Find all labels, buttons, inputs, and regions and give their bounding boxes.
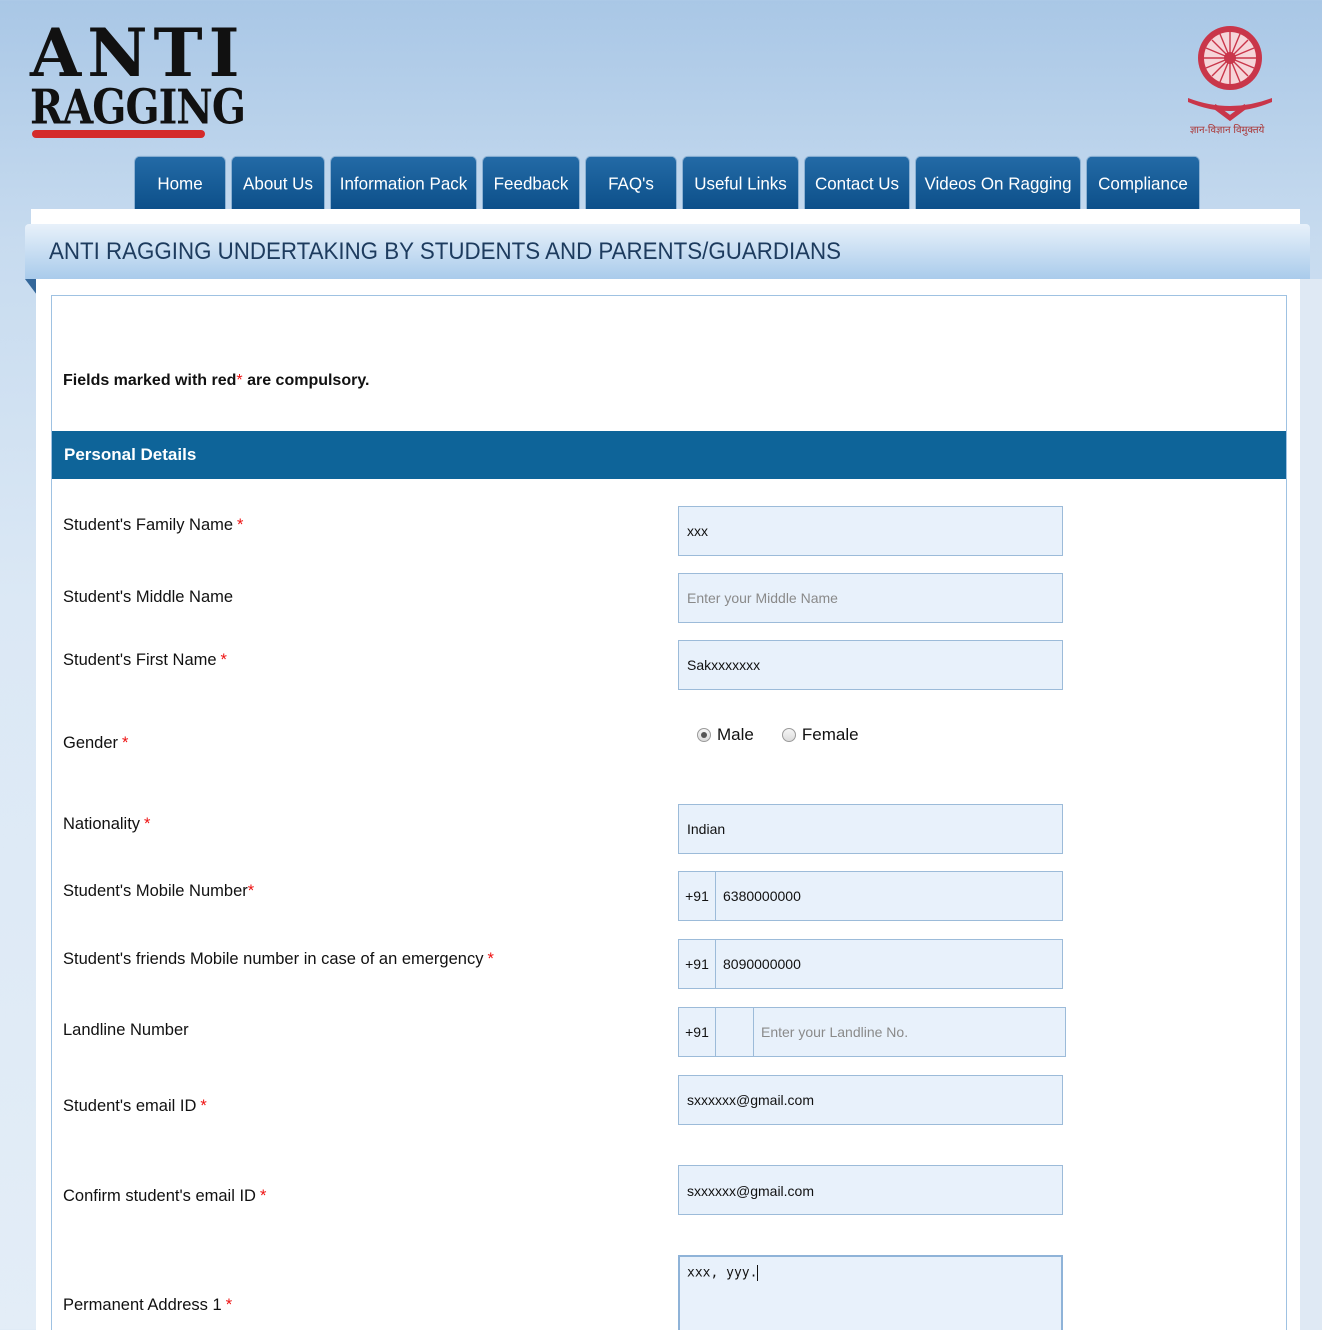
mobile-country-code[interactable]: +91 [678,871,716,921]
logo-red-bar [32,130,205,138]
nationality-input[interactable]: Indian [678,804,1063,854]
required-asterisk: * [220,651,227,669]
landline-label-text: Landline Number [63,1021,189,1039]
site-header: ANTI RAGGING ज्ञान-विज्ञान विमुक्तये Hom… [0,0,1322,211]
main-nav: Home About Us Information Pack Feedback … [134,155,1200,211]
landline-input[interactable]: Enter your Landline No. [754,1007,1066,1057]
required-asterisk: * [225,1296,233,1314]
note-prefix: Fields marked with red [63,372,237,389]
middle-name-label: Student's Middle Name [63,588,233,607]
gender-label: Gender * [63,734,128,753]
required-asterisk: * [487,950,494,968]
address1-textarea[interactable]: xxx, yyy. [678,1255,1063,1330]
required-asterisk: * [247,882,255,900]
landline-field: +91 Enter your Landline No. [678,1007,1066,1057]
confirm-email-label-text: Confirm student's email ID [63,1187,256,1205]
landline-label: Landline Number [63,1021,189,1040]
nav-feedback[interactable]: Feedback [482,155,580,211]
nav-compliance[interactable]: Compliance [1086,155,1200,211]
middle-name-label-text: Student's Middle Name [63,588,234,606]
compulsory-note: Fields marked with red* are compulsory. [63,372,369,390]
landline-country-code[interactable]: +91 [678,1007,716,1057]
friend-mobile-field: +91 8090000000 [678,939,1063,989]
nav-home[interactable]: Home [134,155,226,211]
email-input[interactable]: sxxxxxx@gmail.com [678,1075,1063,1125]
logo-line-1: ANTI [30,14,246,92]
first-name-input[interactable]: Sakxxxxxxx [678,640,1063,690]
first-name-label: Student's First Name * [63,651,227,670]
nav-videos-on-ragging[interactable]: Videos On Ragging [915,155,1081,211]
first-name-label-text: Student's First Name [63,651,217,669]
text-cursor [757,1265,759,1281]
landline-area-code-input[interactable] [716,1007,754,1057]
section-personal-details: Personal Details [52,431,1286,479]
gender-male-label: Male [717,725,754,744]
email-label: Student's email ID * [63,1097,207,1116]
nav-about-us[interactable]: About Us [231,155,325,211]
family-name-label: Student's Family Name * [63,516,243,535]
header-strip [31,209,1300,225]
logo-line-2: RAGGING [30,79,246,136]
required-asterisk: * [237,516,244,534]
mobile-input[interactable]: 6380000000 [716,871,1063,921]
mobile-label-text: Student's Mobile Number [63,882,248,900]
address1-label: Permanent Address 1 * [63,1296,232,1315]
mobile-field: +91 6380000000 [678,871,1063,921]
address1-label-text: Permanent Address 1 [63,1296,222,1314]
confirm-email-label: Confirm student's email ID * [63,1187,266,1206]
friend-mobile-input[interactable]: 8090000000 [716,939,1063,989]
right-margin [1300,279,1322,1330]
nav-faqs[interactable]: FAQ's [585,155,677,211]
nav-contact-us[interactable]: Contact Us [804,155,910,211]
middle-name-input[interactable]: Enter your Middle Name [678,573,1063,623]
family-name-input[interactable]: xxx [678,506,1063,556]
required-asterisk: * [144,815,151,833]
page-title: ANTI RAGGING UNDERTAKING BY STUDENTS AND… [49,238,842,265]
nav-information-pack[interactable]: Information Pack [330,155,477,211]
nationality-label-text: Nationality [63,815,141,833]
gender-radio-group: Male Female [697,725,859,745]
anti-ragging-logo[interactable]: ANTI RAGGING [30,14,246,144]
friend-mobile-label: Student's friends Mobile number in case … [63,950,494,969]
gender-male-radio[interactable]: Male [697,725,754,745]
radio-selected-icon[interactable] [697,728,711,742]
emblem-motto: ज्ञान-विज्ञान विमुक्तये [1190,125,1265,136]
nationality-label: Nationality * [63,815,150,834]
gender-female-label: Female [801,725,859,744]
address1-value: xxx, yyy. [687,1265,758,1281]
note-suffix: are compulsory. [242,372,370,389]
gender-female-radio[interactable]: Female [781,725,859,745]
required-asterisk: * [122,734,129,752]
email-label-text: Student's email ID [63,1097,197,1115]
family-name-label-text: Student's Family Name [63,516,234,534]
required-asterisk: * [200,1097,207,1115]
mobile-label: Student's Mobile Number* [63,882,254,901]
friend-mobile-label-text: Student's friends Mobile number in case … [63,950,484,968]
required-asterisk: * [259,1187,267,1205]
gender-label-text: Gender [63,734,119,752]
radio-unselected-icon[interactable] [781,728,796,742]
confirm-email-input[interactable]: sxxxxxx@gmail.com [678,1165,1063,1215]
nav-useful-links[interactable]: Useful Links [682,155,799,211]
friend-mobile-country-code[interactable]: +91 [678,939,716,989]
